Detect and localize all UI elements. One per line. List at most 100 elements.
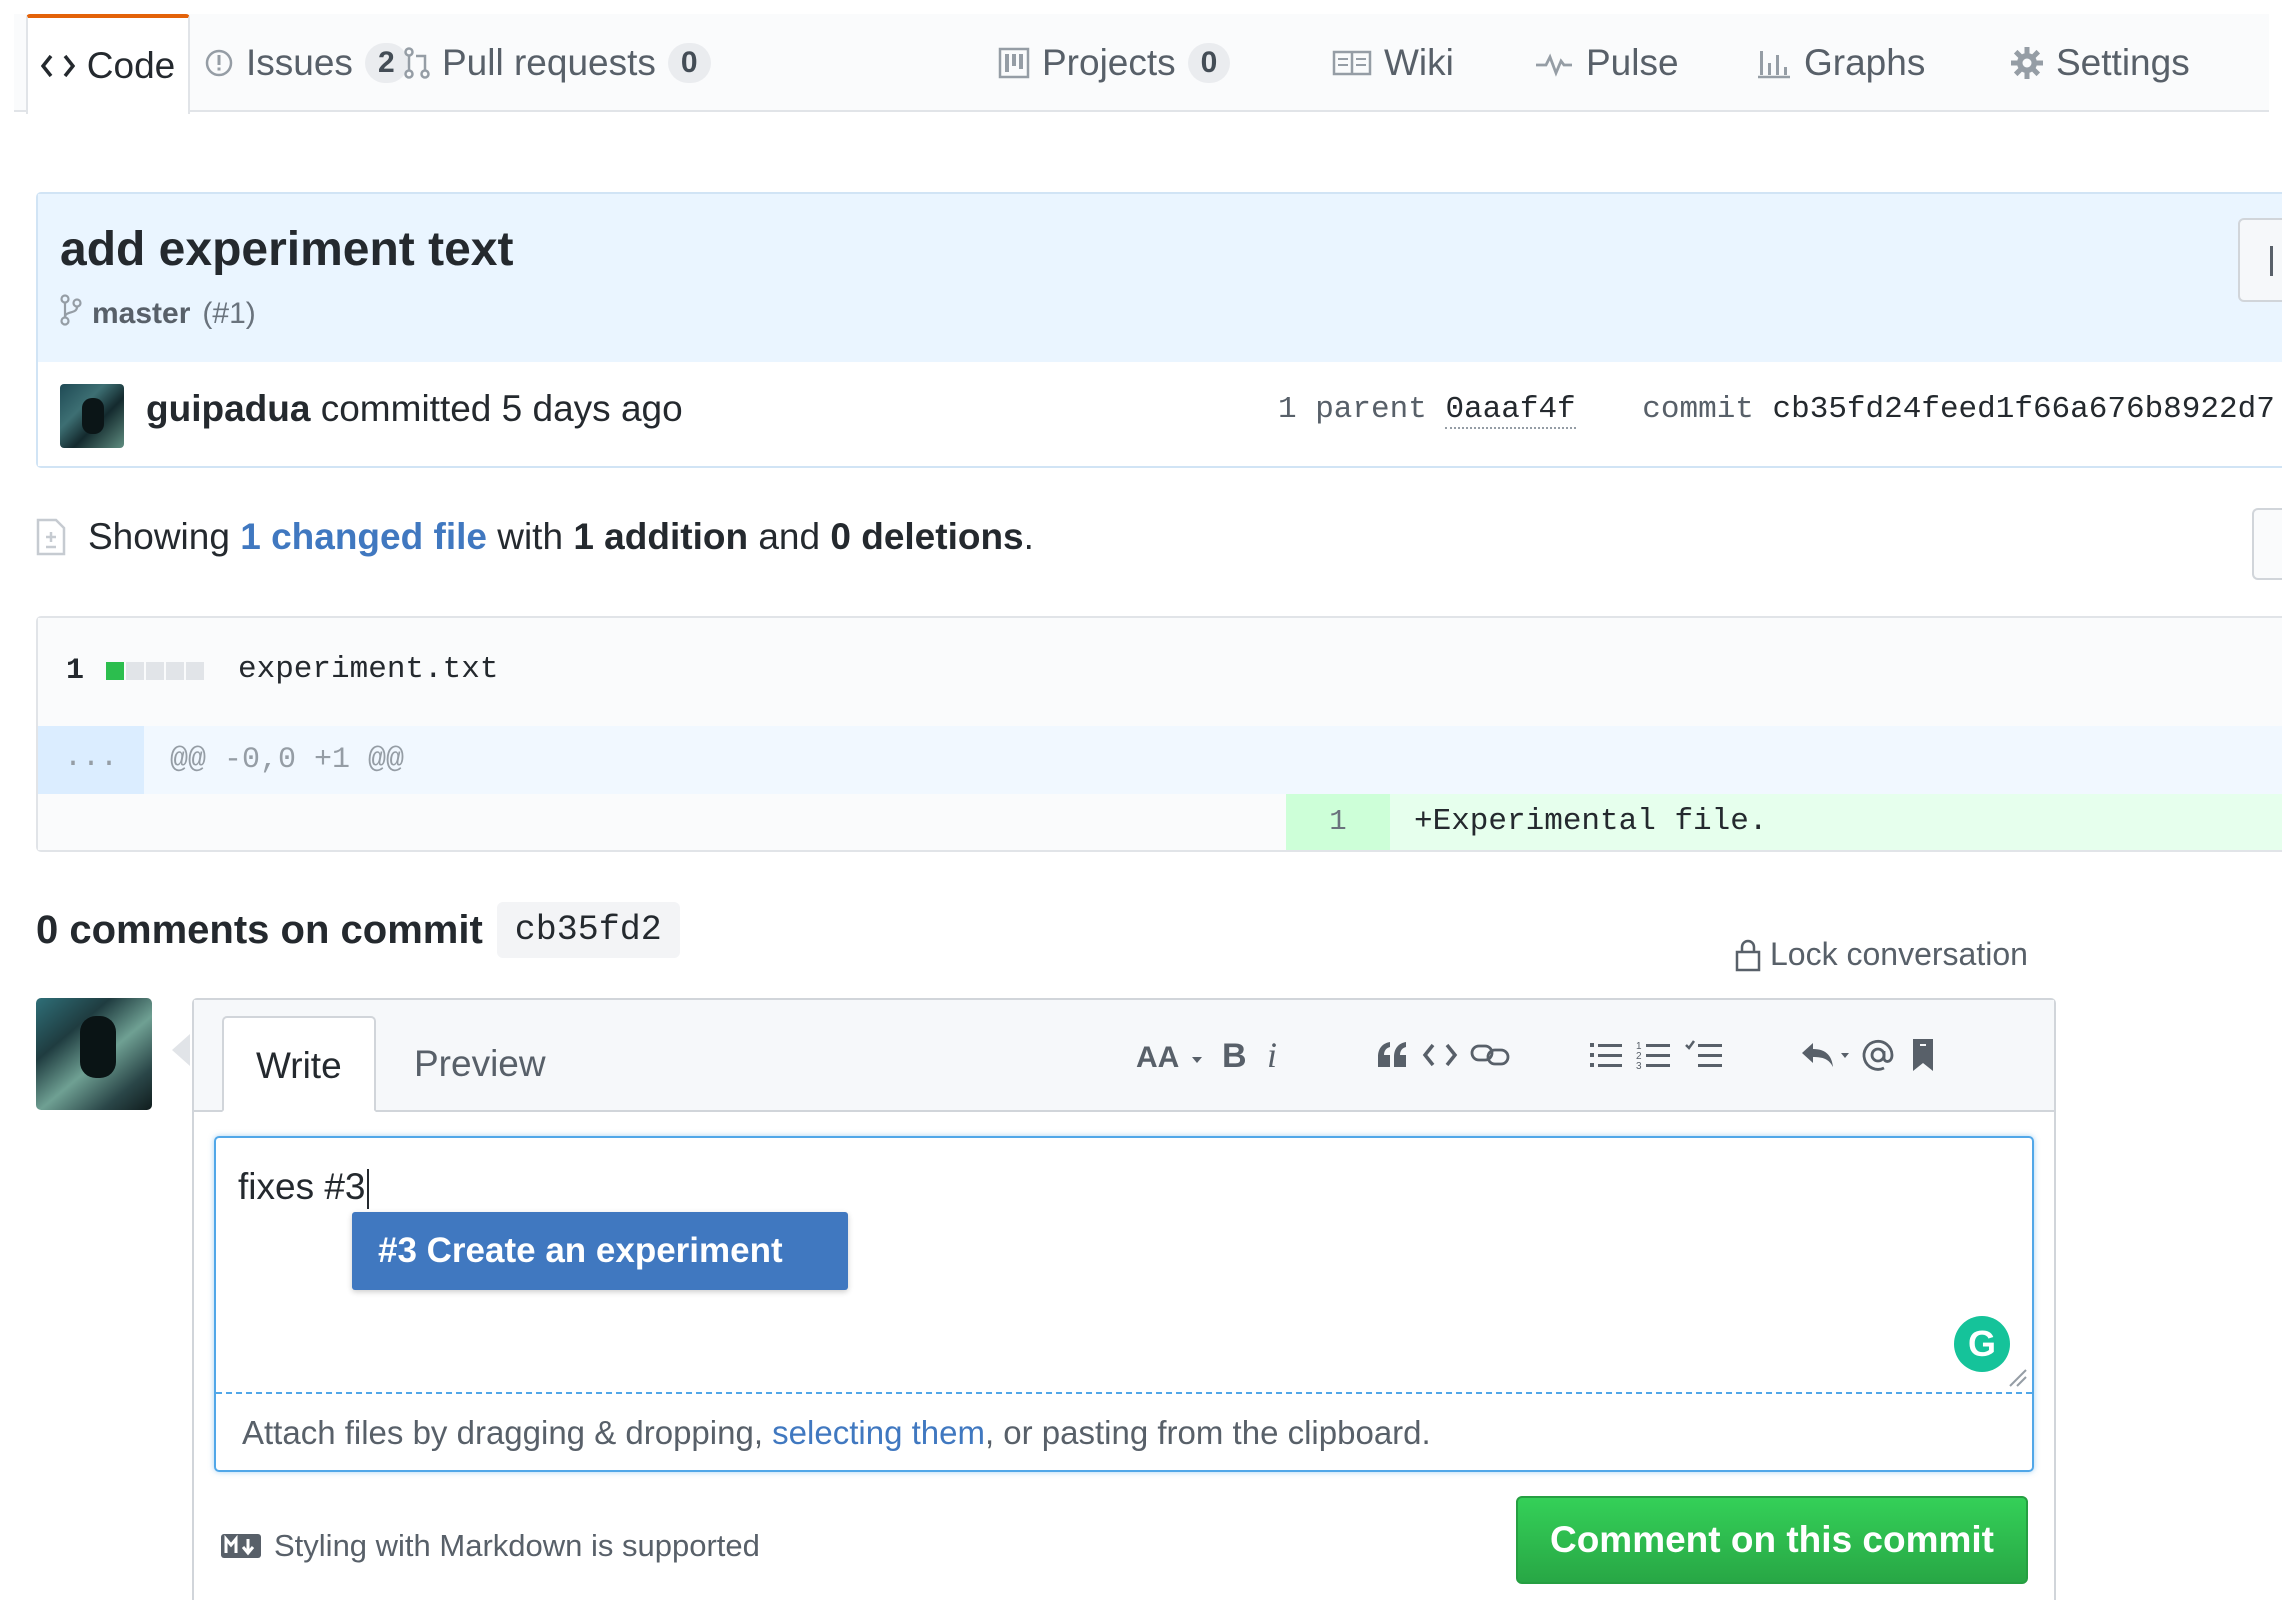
added-line-code: +Experimental file. [1390,794,2282,850]
git-branch-icon [60,294,82,334]
ordered-list-icon[interactable]: 123 [1634,1030,1674,1080]
comment-submit-button[interactable]: Comment on this commit [1516,1496,2028,1584]
lock-conversation-label: Lock conversation [1770,936,2028,972]
changed-files-link[interactable]: 1 changed file [240,516,487,558]
summary-prefix: Showing [88,516,230,557]
commit-title: add experiment text [60,223,514,276]
code-icon [40,53,75,79]
commit-label: commit [1642,392,1754,427]
current-user-avatar [36,998,152,1110]
svg-text:i: i [1267,1035,1277,1075]
tab-settings-label: Settings [2056,42,2190,83]
comments-heading-text: 0 comments on commit [36,907,483,952]
branch-link[interactable]: master [92,297,190,331]
markdown-note-label: Styling with Markdown is supported [274,1528,760,1563]
issues-counter: 2 [364,43,408,83]
file-diff-icon [36,518,66,556]
tab-pull-requests-label: Pull requests [442,42,656,83]
graph-icon [1756,47,1792,79]
author-link[interactable]: guipadua [146,388,310,429]
tab-pulse[interactable]: Pulse [1534,14,1679,112]
repo-nav: Code Issues 2 Pull requests 0 Projects 0… [14,14,2269,114]
issue-suggestion-item[interactable]: #3 Create an experiment [352,1212,848,1290]
tab-graphs[interactable]: Graphs [1756,14,1925,112]
commit-sha-info: 1 parent 0aaaf4f commit cb35fd24feed1f66… [1278,392,2275,429]
committed-time: committed 5 days ago [320,388,683,429]
unordered-list-icon[interactable] [1586,1030,1626,1080]
attach-files-hint: Attach files by dragging & dropping, sel… [242,1414,1431,1451]
tab-projects[interactable]: Projects 0 [998,14,1231,112]
lock-icon [1734,938,1762,972]
pull-requests-counter: 0 [667,43,711,83]
summary-and: and [758,516,821,557]
hunk-header-row: ... @@ -0,0 +1 @@ [38,726,2282,794]
select-files-link[interactable]: selecting them [772,1414,985,1451]
expand-hunk-button[interactable]: ... [38,726,144,794]
reply-icon[interactable] [1798,1030,1854,1080]
tab-write[interactable]: Write [222,1016,376,1112]
git-pull-request-icon [404,46,430,80]
commit-title-area: add experiment text master (#1) [38,194,2282,364]
diff-summary: Showing 1 changed file with 1 addition a… [36,516,1034,558]
projects-counter: 0 [1187,43,1231,83]
browse-files-button[interactable] [2238,218,2282,302]
file-change-count: 1 [66,654,85,688]
tab-wiki[interactable]: Wiki [1332,14,1454,112]
file-name-link[interactable]: experiment.txt [238,652,498,687]
diff-settings-button[interactable] [2252,508,2282,580]
pulse-icon [1534,49,1574,77]
svg-text:B: B [1222,1037,1247,1075]
task-list-icon[interactable] [1682,1030,1726,1080]
bold-icon[interactable]: B [1216,1030,1252,1080]
summary-end: . [1023,516,1034,557]
tab-issues-label: Issues [246,42,353,83]
file-diff: 1 experiment.txt ... @@ -0,0 +1 @@ 1 +Ex… [36,616,2282,852]
commit-header: add experiment text master (#1) guipadua… [36,192,2282,468]
tab-projects-label: Projects [1042,42,1176,83]
resize-handle-icon[interactable] [2006,1366,2028,1388]
italic-icon[interactable]: i [1260,1030,1290,1080]
text-caret [366,1169,369,1210]
gear-icon [2010,46,2044,80]
line-number[interactable]: 1 [1286,794,1390,850]
tab-preview[interactable]: Preview [382,1016,578,1112]
hunk-header: @@ -0,0 +1 @@ [170,743,405,777]
grammarly-icon[interactable]: G [1954,1316,2010,1372]
deletions-count: 0 deletions [830,516,1024,557]
tab-graphs-label: Graphs [1804,42,1926,83]
comment-toolbar: Write Preview AA B i 123 [194,1000,2054,1112]
pr-reference-link[interactable]: (#1) [202,297,255,331]
comment-textarea[interactable]: fixes #3 #3 Create an experiment G Attac… [214,1136,2034,1472]
link-icon[interactable] [1468,1030,1512,1080]
tab-settings[interactable]: Settings [2010,14,2190,112]
comments-heading: 0 comments on commit cb35fd2 [36,902,680,958]
markdown-support-note[interactable]: Styling with Markdown is supported [220,1528,760,1564]
text-size-icon[interactable]: AA [1134,1030,1206,1080]
svg-text:AA: AA [1136,1041,1179,1074]
tab-wiki-label: Wiki [1384,42,1454,83]
project-icon [998,47,1030,79]
tab-issues[interactable]: Issues 2 [204,14,408,112]
comment-input-value[interactable]: fixes #3 [238,1166,369,1210]
lock-conversation-link[interactable]: Lock conversation [1734,936,2028,973]
branch-info: master (#1) [60,294,256,334]
additions-count: 1 addition [573,516,749,557]
tab-pull-requests[interactable]: Pull requests 0 [404,14,711,112]
bookmark-icon[interactable] [1906,1030,1940,1080]
issue-opened-icon [204,48,234,78]
mention-icon[interactable] [1858,1030,1898,1080]
commit-author-line: guipadua committed 5 days ago [146,388,683,430]
author-avatar[interactable] [60,384,124,448]
parent-label: 1 parent [1278,392,1427,427]
commit-short-sha: cb35fd2 [496,902,680,958]
tab-code[interactable]: Code [26,14,190,114]
comment-form: Write Preview AA B i 123 fixes #3 #3 Cre… [192,998,2056,1600]
commit-meta: guipadua committed 5 days ago 1 parent 0… [38,362,2282,466]
insert-code-icon[interactable] [1420,1030,1460,1080]
comment-bubble-tip [172,1034,190,1066]
summary-with: with [497,516,564,557]
quote-icon[interactable] [1372,1030,1412,1080]
parent-sha-link[interactable]: 0aaaf4f [1445,392,1576,429]
svg-text:3: 3 [1636,1061,1642,1071]
comment-text-area[interactable]: fixes #3 #3 Create an experiment G [216,1138,2032,1394]
